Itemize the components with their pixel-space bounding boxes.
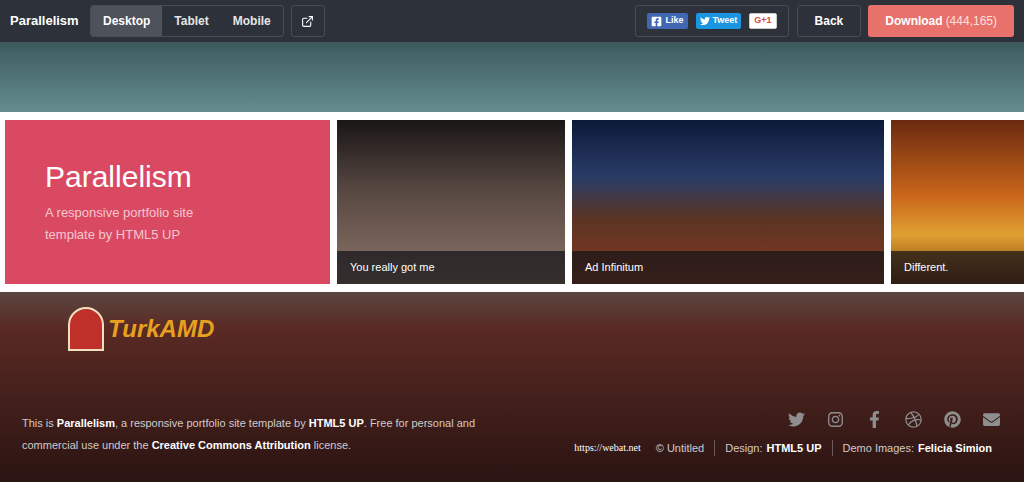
background-photo: Parallelism A responsive portfolio site t… xyxy=(0,42,1024,482)
device-tab[interactable]: Desktop xyxy=(91,6,162,36)
credit-item: © Untitled xyxy=(646,440,714,457)
portfolio-item[interactable]: Ad Infinitum xyxy=(572,120,884,284)
reel: Parallelism A responsive portfolio site t… xyxy=(0,112,1024,292)
back-button[interactable]: Back xyxy=(797,5,862,37)
download-button[interactable]: Download(444,165) xyxy=(868,5,1014,37)
device-tab[interactable]: Mobile xyxy=(221,6,283,36)
watermark: TurkAMD xyxy=(68,304,1024,354)
credit-item: Design:HTML5 UP xyxy=(714,440,831,457)
social-icons xyxy=(788,411,1002,428)
mascot-icon xyxy=(68,307,104,351)
footer: This is Parallelism, a responsive portfo… xyxy=(0,411,1024,482)
envelope-icon[interactable] xyxy=(983,411,1000,428)
facebook-icon[interactable] xyxy=(866,411,883,428)
social-buttons: Like Tweet G+1 xyxy=(635,5,788,37)
dribbble-icon[interactable] xyxy=(905,411,922,428)
google-share-button[interactable]: G+1 xyxy=(749,13,776,29)
intro-subtitle: A responsive portfolio site template by … xyxy=(45,202,245,246)
watermark-url: https://webat.net xyxy=(574,440,640,455)
twitter-icon[interactable] xyxy=(788,411,805,428)
open-new-window-button[interactable] xyxy=(291,5,325,37)
pinterest-icon[interactable] xyxy=(944,411,961,428)
intro-title: Parallelism xyxy=(45,158,300,196)
credits: https://webat.net © UntitledDesign:HTML5 … xyxy=(574,440,1002,457)
site-title: Parallelism xyxy=(10,11,90,31)
credit-item: Demo Images:Felicia Simion xyxy=(832,440,1003,457)
top-bar: ParallelismDesktopTabletMobile Like Tweet G… xyxy=(0,0,1024,42)
instagram-icon[interactable] xyxy=(827,411,844,428)
portfolio-item[interactable]: Different. xyxy=(891,120,1024,284)
facebook-share-button[interactable]: Like xyxy=(647,13,687,29)
app: ParallelismDesktopTabletMobileLikeTweetG… xyxy=(0,0,1024,482)
device-tab[interactable]: Tablet xyxy=(162,6,220,36)
item-caption: You really got me xyxy=(337,251,565,284)
twitter-icon xyxy=(700,16,710,26)
intro-card: Parallelism A responsive portfolio site t… xyxy=(5,120,330,284)
device-switcher: DesktopTabletMobile xyxy=(90,5,284,37)
footer-blurb: This is Parallelism, a responsive portfo… xyxy=(22,412,477,456)
twitter-share-button[interactable]: Tweet xyxy=(696,13,742,29)
item-caption: Different. xyxy=(891,251,1024,284)
portfolio-item[interactable]: You really got me xyxy=(337,120,565,284)
external-link-icon xyxy=(301,15,314,28)
item-caption: Ad Infinitum xyxy=(572,251,884,284)
facebook-icon xyxy=(651,16,662,27)
